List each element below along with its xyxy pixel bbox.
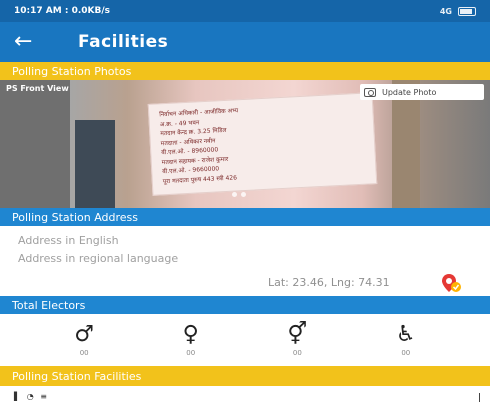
- signal-icon: 4G: [439, 6, 452, 16]
- third-gender-electors[interactable]: ⚥ 00: [287, 322, 308, 358]
- photos-section-header: Polling Station Photos: [0, 62, 490, 80]
- scroll-edge-mark: [479, 393, 480, 402]
- electors-section-header: Total Electors: [0, 296, 490, 314]
- facilities-section-header: Polling Station Facilities: [0, 366, 490, 386]
- address-block: Address in English Address in regional l…: [0, 226, 490, 294]
- male-electors[interactable]: ♂ 00: [74, 322, 95, 358]
- carousel-indicator: [232, 192, 246, 197]
- page-title: Facilities: [78, 32, 169, 52]
- carousel-dot[interactable]: [232, 192, 237, 197]
- female-elector-icon: ♀: [182, 322, 199, 347]
- update-photo-button[interactable]: Update Photo: [360, 84, 484, 100]
- map-pin-icon[interactable]: [440, 272, 462, 294]
- status-icons: 4G: [439, 6, 476, 16]
- lat-lng-readout: Lat: 23.46, Lng: 74.31: [268, 276, 390, 289]
- female-electors[interactable]: ♀ 00: [182, 322, 199, 358]
- pwd-elector-icon: ♿: [395, 322, 416, 347]
- ps-front-view-photo[interactable]: निर्वाचन अधिकारी - आजीविक अभ्य अ.क्र. - …: [0, 80, 490, 208]
- facility-ramp-icon[interactable]: ≡: [40, 392, 49, 401]
- photo-wall-shadow: [0, 80, 70, 208]
- pwd-electors[interactable]: ♿ 00: [395, 322, 416, 358]
- facility-toilet-icon[interactable]: ▌: [14, 392, 22, 401]
- elector-count: 00: [79, 349, 89, 357]
- photo-label: PS Front View: [6, 84, 69, 93]
- address-section-header: Polling Station Address: [0, 208, 490, 226]
- elector-count: 00: [292, 349, 302, 357]
- camera-icon: [364, 87, 376, 97]
- third-gender-elector-icon: ⚥: [287, 322, 308, 347]
- address-regional-field[interactable]: Address in regional language: [18, 252, 178, 265]
- electors-row: ♂ 00 ♀ 00 ⚥ 00 ♿ 00: [0, 316, 490, 364]
- update-photo-label: Update Photo: [382, 87, 437, 97]
- facilities-section-title: Polling Station Facilities: [12, 369, 142, 383]
- app-bar: ← Facilities: [0, 22, 490, 62]
- status-bar: 10:17 AM : 0.0KB/s 4G: [0, 0, 490, 22]
- carousel-dot[interactable]: [241, 192, 246, 197]
- battery-icon: [458, 6, 476, 16]
- status-time: 10:17 AM : 0.0KB/s: [14, 6, 110, 16]
- male-elector-icon: ♂: [74, 322, 95, 347]
- address-english-field[interactable]: Address in English: [18, 234, 119, 247]
- back-arrow-icon[interactable]: ←: [14, 31, 54, 53]
- elector-count: 00: [401, 349, 411, 357]
- facilities-list-start: [0, 390, 490, 403]
- polling-station-sign: निर्वाचन अधिकारी - आजीविक अभ्य अ.क्र. - …: [147, 92, 378, 196]
- photos-section-title: Polling Station Photos: [12, 64, 132, 78]
- electors-section-title: Total Electors: [12, 298, 86, 312]
- address-section-title: Polling Station Address: [12, 210, 139, 224]
- facility-icons-row: ▌ ◔ ≡: [14, 392, 49, 401]
- facility-water-icon[interactable]: ◔: [27, 392, 36, 401]
- photo-door: [75, 120, 115, 208]
- elector-count: 00: [186, 349, 196, 357]
